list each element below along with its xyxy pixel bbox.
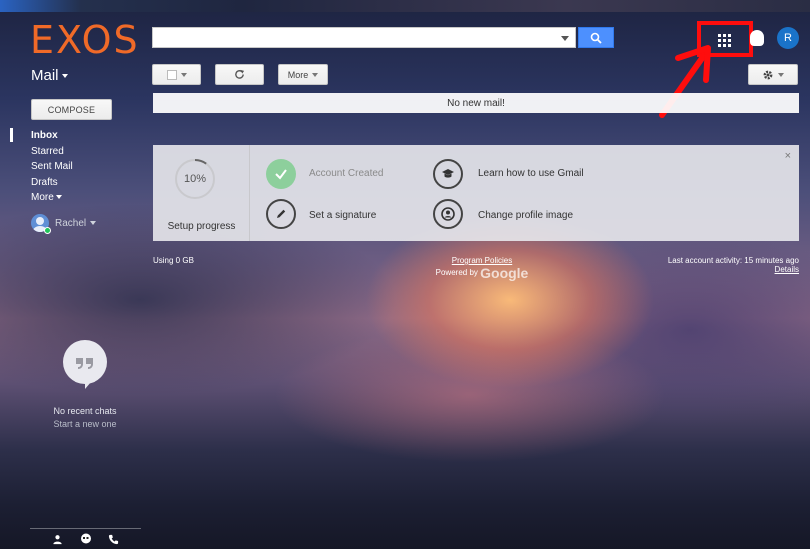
gear-icon bbox=[763, 70, 773, 79]
chat-button[interactable] bbox=[79, 532, 93, 546]
refresh-icon bbox=[235, 69, 245, 79]
details-link[interactable]: Details bbox=[668, 265, 799, 274]
progress-percent: 10% bbox=[183, 173, 207, 185]
nav-item-starred[interactable]: Starred bbox=[31, 144, 73, 160]
step-learn-gmail-icon[interactable] bbox=[433, 159, 463, 189]
chevron-down-icon bbox=[61, 74, 68, 79]
nav-item-drafts[interactable]: Drafts bbox=[31, 175, 73, 191]
checkmark-icon bbox=[275, 169, 287, 180]
chevron-down-icon bbox=[90, 221, 97, 225]
search-box[interactable] bbox=[152, 27, 576, 48]
chat-status: No recent chats Start a new one bbox=[0, 405, 170, 431]
step-profile-image[interactable]: Change profile image bbox=[478, 210, 573, 221]
checkbox-icon bbox=[166, 69, 177, 80]
chevron-down-icon bbox=[312, 72, 319, 77]
mail-menu-label: Mail bbox=[31, 67, 59, 84]
footer-center: Program Policies Powered by Google bbox=[420, 256, 544, 281]
hangouts-bubble-tail bbox=[85, 375, 97, 389]
refresh-button[interactable] bbox=[215, 64, 264, 85]
phone-icon bbox=[108, 534, 119, 544]
step-signature-icon[interactable] bbox=[266, 199, 296, 229]
settings-button[interactable] bbox=[748, 64, 798, 85]
search-input[interactable] bbox=[153, 28, 575, 47]
no-recent-chats: No recent chats bbox=[53, 406, 117, 416]
person-circle-icon bbox=[441, 207, 455, 221]
more-actions-label: More bbox=[287, 69, 309, 80]
program-policies-link[interactable]: Program Policies bbox=[452, 256, 512, 265]
nav-item-more[interactable]: More bbox=[31, 190, 73, 206]
account-avatar[interactable]: R bbox=[777, 27, 799, 49]
powered-by-text: Powered by bbox=[435, 268, 478, 278]
search-options-caret-icon[interactable] bbox=[561, 36, 569, 41]
account-activity: Last account activity: 15 minutes ago De… bbox=[668, 256, 799, 274]
storage-usage: Using 0 GB bbox=[153, 256, 194, 265]
online-status-icon bbox=[44, 227, 51, 234]
chat-bubble-icon bbox=[80, 533, 91, 544]
chevron-down-icon bbox=[55, 195, 62, 200]
search-button[interactable] bbox=[578, 27, 614, 48]
step-signature[interactable]: Set a signature bbox=[309, 210, 376, 221]
person-icon bbox=[53, 534, 62, 544]
quote-marks-icon bbox=[76, 358, 93, 369]
setup-progress-panel: 10% Setup progress Account Created Learn… bbox=[153, 145, 799, 241]
hangouts-user[interactable]: Rachel bbox=[31, 214, 97, 232]
setup-progress-label: Setup progress bbox=[167, 221, 236, 232]
no-mail-notice: No new mail! bbox=[153, 93, 799, 113]
select-checkbox-button[interactable] bbox=[152, 64, 201, 85]
last-activity-text: Last account activity: 15 minutes ago bbox=[667, 256, 799, 265]
pencil-icon bbox=[277, 209, 286, 218]
mail-nav-list: Inbox Starred Sent Mail Drafts More bbox=[31, 128, 73, 206]
setup-progress-section: 10% Setup progress bbox=[153, 145, 250, 241]
step-learn-gmail[interactable]: Learn how to use Gmail bbox=[478, 168, 584, 179]
notifications-icon[interactable] bbox=[750, 30, 764, 46]
phone-button[interactable] bbox=[107, 532, 121, 546]
nav-item-inbox[interactable]: Inbox bbox=[31, 128, 73, 144]
nav-item-sent-mail[interactable]: Sent Mail bbox=[31, 159, 73, 175]
contacts-button[interactable] bbox=[51, 532, 65, 546]
start-new-chat-link[interactable]: Start a new one bbox=[0, 418, 170, 431]
user-name: Rachel bbox=[55, 217, 87, 229]
nav-active-indicator bbox=[10, 128, 13, 142]
exos-logo[interactable]: EXOS bbox=[30, 18, 140, 62]
more-actions-button[interactable]: More bbox=[278, 64, 328, 85]
hangouts-bottom-bar bbox=[30, 528, 141, 549]
chevron-down-icon bbox=[180, 72, 187, 77]
graduation-cap-icon bbox=[442, 169, 454, 178]
google-logo: Google bbox=[480, 265, 529, 281]
search-icon bbox=[590, 32, 602, 44]
close-icon[interactable]: × bbox=[785, 150, 791, 162]
step-profile-image-icon[interactable] bbox=[433, 199, 463, 229]
compose-button[interactable]: COMPOSE bbox=[31, 99, 112, 120]
nav-item-more-label: More bbox=[31, 192, 54, 203]
step-account-created: Account Created bbox=[309, 168, 384, 179]
step-account-created-icon bbox=[266, 159, 296, 189]
browser-bookmarks-strip bbox=[0, 0, 810, 12]
mail-menu[interactable]: Mail bbox=[31, 67, 68, 84]
chevron-down-icon bbox=[778, 72, 784, 77]
